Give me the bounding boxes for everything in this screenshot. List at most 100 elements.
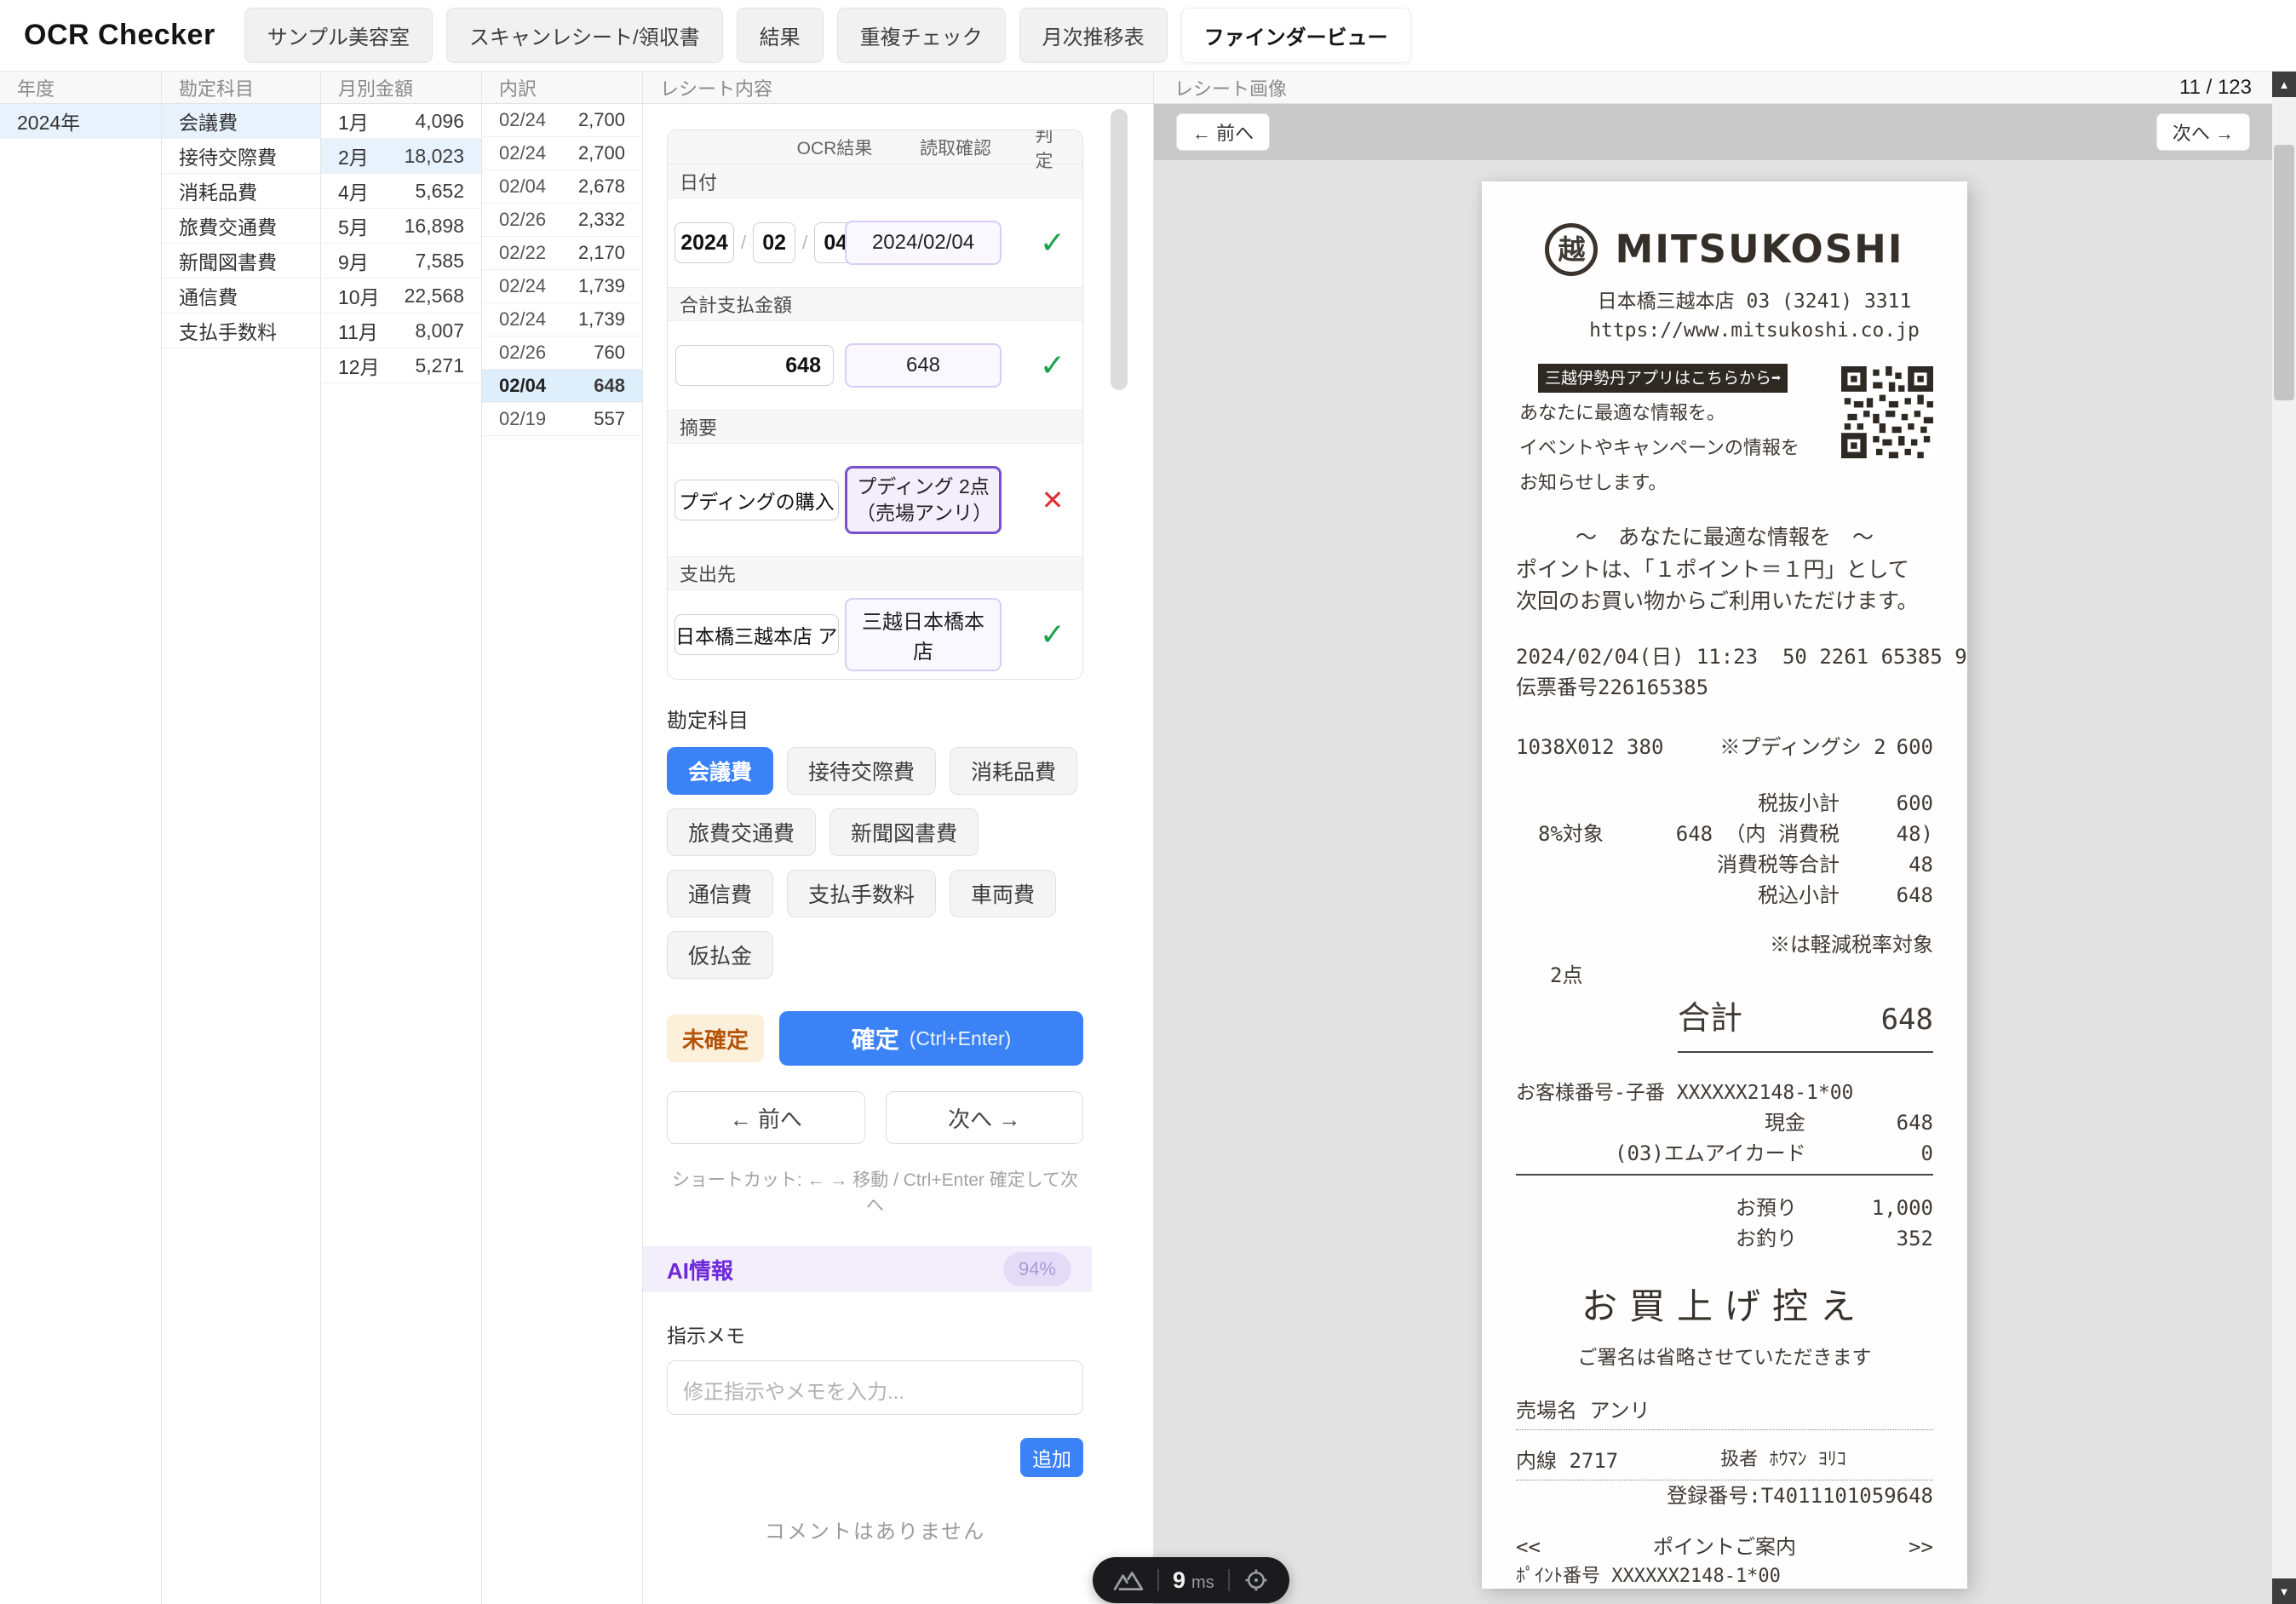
account-row[interactable]: 通信費 <box>162 279 320 313</box>
receipt-tax-line: 8%対象 648 （内 消費税 48) <box>1516 819 1933 849</box>
payee-input[interactable] <box>674 614 839 655</box>
month-amount: 5,271 <box>415 354 464 377</box>
mountains-icon <box>1113 1568 1144 1592</box>
monthly-row[interactable]: 1月4,096 <box>321 104 481 139</box>
record-nav-row: ← 前へ 次へ → <box>667 1091 1083 1144</box>
breakdown-row[interactable]: 02/242,700 <box>482 104 642 137</box>
monthly-row[interactable]: 11月8,007 <box>321 313 481 348</box>
confirm-button[interactable]: 確定 (Ctrl+Enter) <box>779 1011 1083 1066</box>
account-row[interactable]: 接待交際費 <box>162 139 320 174</box>
date-month-input[interactable] <box>753 222 795 263</box>
monthly-row[interactable]: 10月22,568 <box>321 279 481 313</box>
breakdown-amount: 557 <box>594 408 625 430</box>
qr-code-icon <box>1841 366 1933 458</box>
item-price: 600 <box>1897 732 1933 762</box>
change-value: 352 <box>1797 1223 1933 1254</box>
read-confirm-col-label: 読取確認 <box>920 135 991 160</box>
breakdown-row-selected[interactable]: 02/04648 <box>482 370 642 403</box>
account-row[interactable]: 新聞図書費 <box>162 244 320 279</box>
account-chip-shinbun[interactable]: 新聞図書費 <box>829 808 979 856</box>
monthly-row[interactable]: 2月18,023 <box>321 139 481 174</box>
add-comment-button[interactable]: 追加 <box>1020 1438 1083 1477</box>
action-row: 未確定 確定 (Ctrl+Enter) <box>667 1011 1083 1066</box>
monthly-row[interactable]: 4月5,652 <box>321 174 481 209</box>
prev-record-button[interactable]: ← 前へ <box>667 1091 865 1144</box>
account-chip-tsushin[interactable]: 通信費 <box>667 870 773 917</box>
tab-finder-view[interactable]: ファインダービュー <box>1181 8 1411 63</box>
breakdown-row[interactable]: 02/19557 <box>482 403 642 436</box>
breakdown-row[interactable]: 02/262,332 <box>482 204 642 237</box>
account-chip-karibarai[interactable]: 仮払金 <box>667 931 773 979</box>
payee-judge-check-icon: ✓ <box>1040 617 1065 653</box>
tax-target-label: 8%対象 <box>1538 819 1604 849</box>
scroll-down-icon[interactable]: ▼ <box>2272 1578 2296 1604</box>
date-year-input[interactable] <box>674 222 734 263</box>
content-scrollbar[interactable] <box>1111 109 1128 1595</box>
deposit-value: 1,000 <box>1797 1193 1933 1223</box>
breakdown-row[interactable]: 02/242,700 <box>482 137 642 170</box>
tab-sample-salon[interactable]: サンプル美容室 <box>244 8 433 63</box>
month-amount: 18,023 <box>405 145 464 168</box>
next-image-button[interactable]: 次へ → <box>2156 113 2250 151</box>
summary-input[interactable] <box>674 480 839 520</box>
receipt-image-viewport[interactable]: 越 MITSUKOSHI 日本橋三越本店 03 (3241) 3311 http… <box>1154 160 2272 1604</box>
monthly-row[interactable]: 9月7,585 <box>321 244 481 279</box>
breakdown-date: 02/26 <box>499 209 546 231</box>
account-chip-kaigihi[interactable]: 会議費 <box>667 747 773 795</box>
ocr-result-col-label: OCR結果 <box>797 135 873 160</box>
account-chip-ryohi[interactable]: 旅費交通費 <box>667 808 816 856</box>
breakdown-row[interactable]: 02/042,678 <box>482 170 642 204</box>
receipt-store-line: 日本橋三越本店 03 (3241) 3311 <box>1516 287 1933 317</box>
tab-results[interactable]: 結果 <box>737 8 824 63</box>
ai-info-bar: AI情報 94% <box>643 1246 1092 1292</box>
total-value: 648 <box>1881 998 1933 1042</box>
year-row-2024[interactable]: 2024年 <box>0 104 161 139</box>
breakdown-row[interactable]: 02/26760 <box>482 336 642 370</box>
tab-scan-receipts[interactable]: スキャンレシート/領収書 <box>446 8 723 63</box>
receipt-point-note: ポイントは、「１ポイント＝１円」として <box>1516 554 1933 586</box>
tab-monthly-trend[interactable]: 月次推移表 <box>1019 8 1168 63</box>
summary-confirm-box[interactable]: プディング 2点（売場アンリ） <box>845 466 1002 534</box>
cash-label: 現金 <box>1765 1107 1805 1138</box>
account-row[interactable]: 消耗品費 <box>162 174 320 209</box>
breakdown-row[interactable]: 02/222,170 <box>482 237 642 270</box>
breakdown-amount: 1,739 <box>578 275 625 297</box>
account-chip-tesuryo[interactable]: 支払手数料 <box>787 870 936 917</box>
scroll-up-icon[interactable]: ▲ <box>2272 72 2296 97</box>
latency-unit: ms <box>1191 1573 1214 1593</box>
monthly-row[interactable]: 5月16,898 <box>321 209 481 244</box>
prev-image-button[interactable]: ← 前へ <box>1176 113 1270 151</box>
page-scrollbar[interactable]: ▲ ▼ <box>2272 72 2296 1604</box>
item-name: ※プディングシ 2 <box>1719 732 1886 762</box>
breakdown-row[interactable]: 02/241,739 <box>482 270 642 303</box>
total-amount-input[interactable] <box>675 345 834 386</box>
judge-col-label: 判定 <box>1036 129 1067 173</box>
total-confirm-box[interactable]: 648 <box>845 343 1002 388</box>
receipt-total-line: 合計 648 <box>1678 994 1933 1053</box>
account-chip-shomohin[interactable]: 消耗品費 <box>950 747 1077 795</box>
breakdown-row[interactable]: 02/241,739 <box>482 303 642 336</box>
account-chip-sharyo[interactable]: 車両費 <box>950 870 1056 917</box>
breakdown-date: 02/24 <box>499 109 546 131</box>
month-amount: 4,096 <box>415 110 464 133</box>
next-record-button[interactable]: 次へ → <box>886 1091 1084 1144</box>
date-confirm-box[interactable]: 2024/02/04 <box>845 221 1002 265</box>
account-row[interactable]: 支払手数料 <box>162 313 320 348</box>
main-area: 年度 2024年 勘定科目 会議費 接待交際費 消耗品費 旅費交通費 新聞図書費… <box>0 72 2272 1604</box>
devtools-status-pill[interactable]: 9 ms <box>1093 1557 1289 1603</box>
total-row: 648 ✓ <box>668 321 1082 410</box>
content-scrollbar-thumb[interactable] <box>1111 109 1128 390</box>
crosshair-icon[interactable] <box>1243 1567 1269 1593</box>
memo-input[interactable] <box>667 1360 1083 1415</box>
receipt-url-line: https://www.mitsukoshi.co.jp <box>1516 316 1933 346</box>
account-row[interactable]: 会議費 <box>162 104 320 139</box>
page-scrollbar-thumb[interactable] <box>2274 145 2294 400</box>
account-chip-settai[interactable]: 接待交際費 <box>787 747 936 795</box>
tab-duplicate-check[interactable]: 重複チェック <box>837 8 1006 63</box>
date-judge-check-icon: ✓ <box>1040 225 1065 261</box>
payee-confirm-box[interactable]: 三越日本橋本店 <box>845 598 1002 671</box>
receipt-promo-line: あなたに最適な情報を。 <box>1519 400 1805 428</box>
account-row[interactable]: 旅費交通費 <box>162 209 320 244</box>
monthly-row[interactable]: 12月5,271 <box>321 348 481 383</box>
receipt-tax-total-line: 消費税等合計 48 <box>1516 849 1933 880</box>
